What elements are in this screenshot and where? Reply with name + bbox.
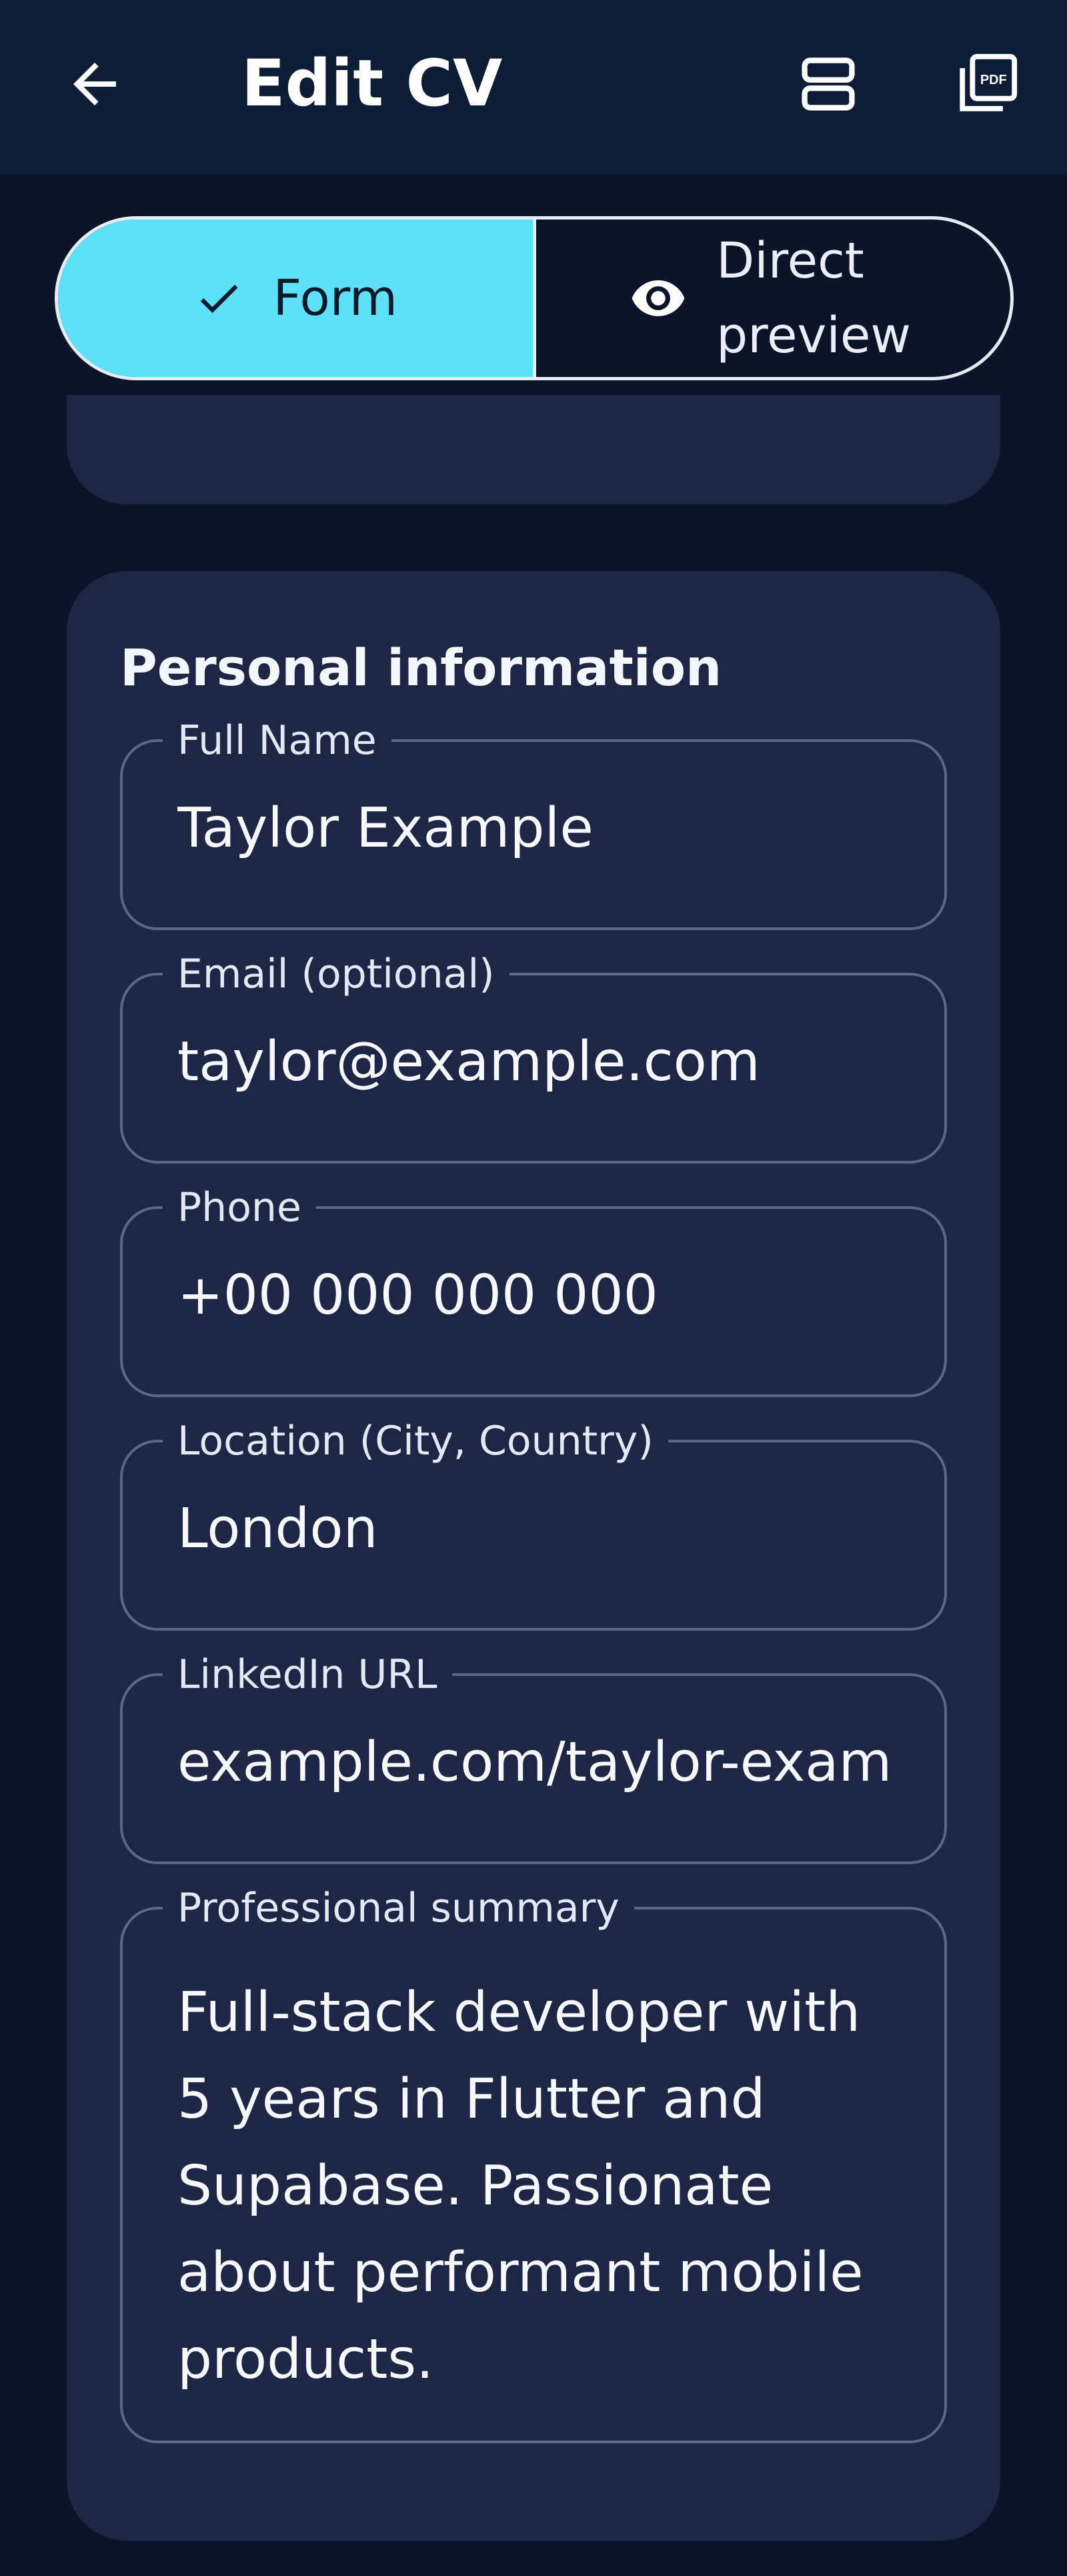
back-button[interactable] — [52, 41, 137, 127]
linkedin-url-field[interactable]: LinkedIn URL example.com/taylor-example — [120, 1649, 947, 1864]
location-value: London — [177, 1497, 378, 1561]
phone-field[interactable]: Phone +00 000 000 000 — [120, 1182, 947, 1397]
location-label: Location (City, Country) — [163, 1416, 668, 1466]
location-field[interactable]: Location (City, Country) London — [120, 1416, 947, 1631]
export-pdf-button[interactable]: PDF — [944, 41, 1030, 127]
arrow-left-icon — [73, 63, 116, 105]
section-title: Personal information — [120, 638, 722, 697]
email-field[interactable]: Email (optional) taylor@example.com — [120, 949, 947, 1164]
full-name-label: Full Name — [163, 715, 391, 766]
form-tab-label: Form — [273, 270, 397, 327]
svg-text:PDF: PDF — [980, 73, 1007, 87]
phone-label: Phone — [163, 1182, 316, 1233]
full-name-value: Taylor Example — [177, 797, 594, 860]
view-mode-toggle: Form Direct preview — [55, 216, 1014, 380]
professional-summary-label: Professional summary — [163, 1883, 634, 1934]
linkedin-url-value: example.com/taylor-example — [177, 1731, 891, 1794]
page-title: Edit CV — [241, 46, 503, 121]
email-value: taylor@example.com — [177, 1030, 760, 1094]
previous-section-card — [67, 395, 1000, 504]
email-label: Email (optional) — [163, 949, 509, 999]
phone-value: +00 000 000 000 — [177, 1264, 658, 1327]
full-name-field[interactable]: Full Name Taylor Example — [120, 715, 947, 930]
check-icon — [200, 284, 238, 314]
eye-icon — [632, 280, 685, 316]
layout-toggle-button[interactable] — [786, 41, 871, 127]
picture-as-pdf-icon: PDF — [960, 53, 1018, 111]
personal-information-card: Personal information Full Name Taylor Ex… — [67, 571, 1000, 2541]
linkedin-url-label: LinkedIn URL — [163, 1649, 452, 1700]
direct-preview-tab-label: Direct preview — [716, 232, 911, 364]
app-bar: Edit CV PDF — [0, 0, 1067, 175]
direct-preview-tab[interactable]: Direct preview — [532, 220, 1011, 377]
professional-summary-field[interactable]: Professional summary Full-stack develope… — [120, 1883, 947, 2443]
view-agenda-icon — [802, 57, 855, 111]
form-tab[interactable]: Form — [58, 220, 533, 377]
professional-summary-value: Full-stack developer with 5 years in Flu… — [177, 1981, 864, 2391]
